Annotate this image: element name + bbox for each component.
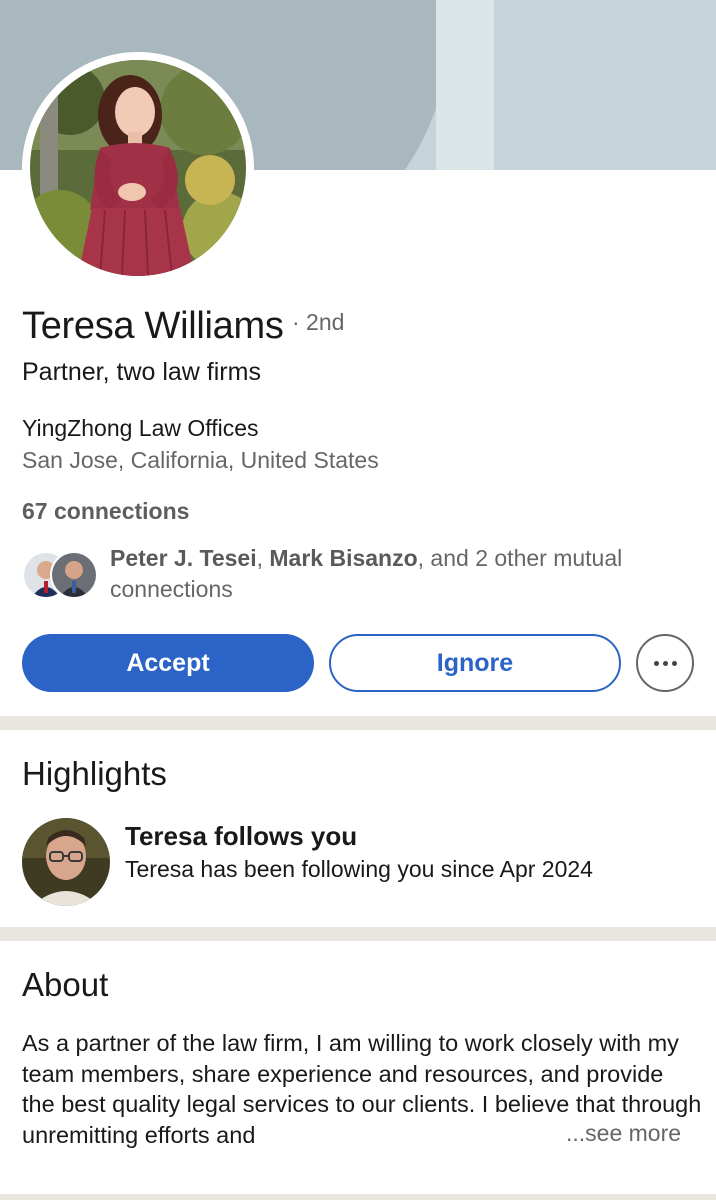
profile-headline: Partner, two law firms — [22, 358, 261, 386]
highlight-avatar[interactable] — [22, 818, 110, 906]
name-row: Teresa Williams · 2nd — [22, 305, 344, 348]
profile-page: Teresa Williams · 2nd Partner, two law f… — [0, 0, 716, 1200]
profile-avatar[interactable] — [22, 52, 254, 284]
connection-degree: · 2nd — [292, 309, 345, 335]
section-divider — [0, 927, 716, 941]
accept-button[interactable]: Accept — [22, 634, 314, 692]
profile-company[interactable]: YingZhong Law Offices — [22, 415, 259, 442]
highlight-title: Teresa follows you — [125, 821, 358, 851]
mutual-connections-text[interactable]: Peter J. Tesei, Mark Bisanzo, and 2 othe… — [110, 543, 710, 605]
mutual-avatar — [50, 551, 98, 599]
more-horizontal-icon — [653, 660, 659, 666]
highlights-title: Highlights — [22, 755, 167, 792]
profile-name: Teresa Williams — [22, 305, 284, 347]
mutual-name-1[interactable]: Peter J. Tesei — [110, 545, 257, 571]
profile-location: San Jose, California, United States — [22, 447, 379, 473]
section-divider — [0, 1194, 716, 1200]
section-divider — [0, 716, 716, 730]
mutual-connections-avatars[interactable] — [22, 551, 98, 599]
mutual-name-2[interactable]: Mark Bisanzo — [269, 545, 417, 571]
ignore-button[interactable]: Ignore — [329, 634, 621, 692]
highlight-subtitle: Teresa has been following you since Apr … — [125, 856, 593, 882]
about-title: About — [22, 966, 109, 1003]
see-more-link[interactable]: ...see more — [558, 1120, 682, 1147]
connections-count[interactable]: 67 connections — [22, 498, 189, 525]
profile-photo — [30, 60, 246, 276]
more-options-button[interactable] — [636, 634, 694, 692]
